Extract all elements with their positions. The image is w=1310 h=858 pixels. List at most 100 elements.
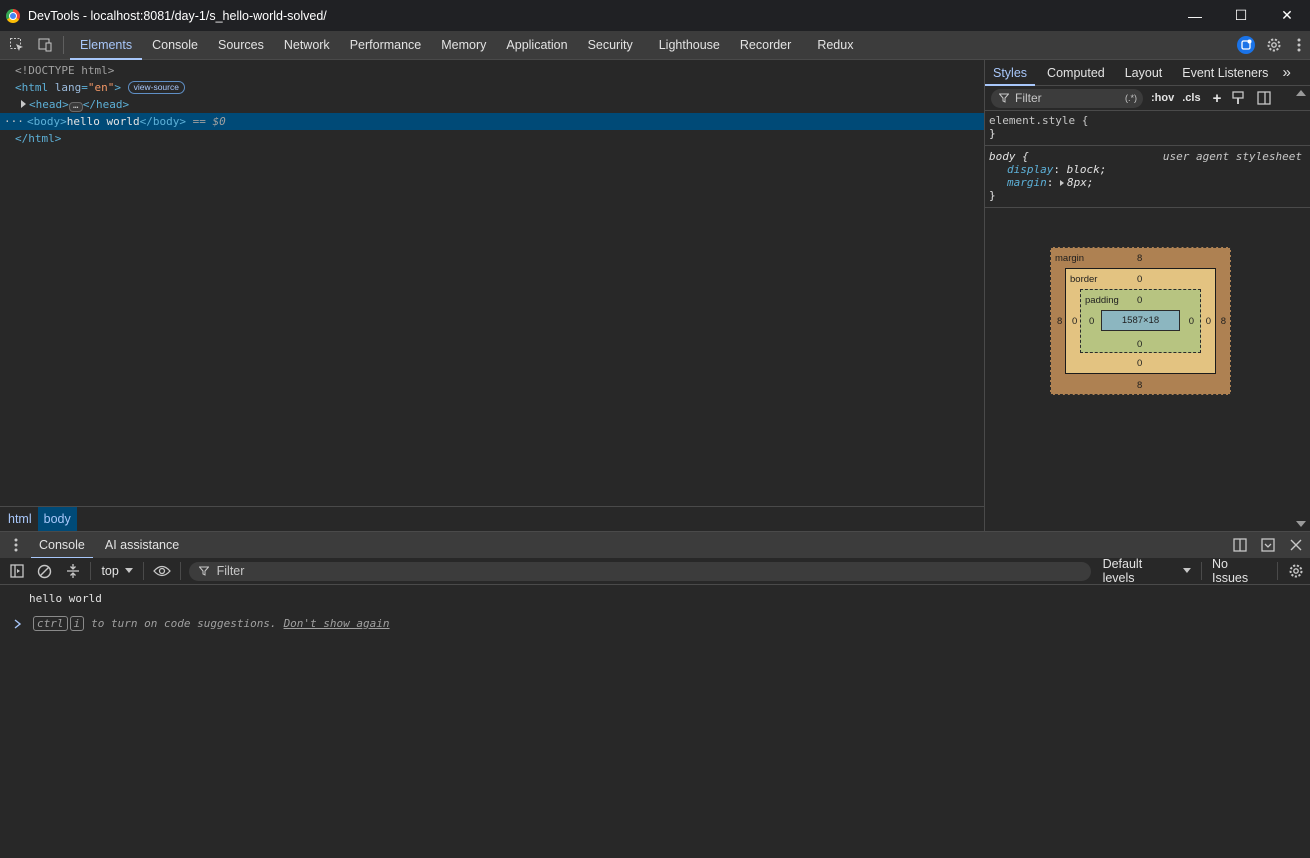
drawer-tab-console[interactable]: Console — [31, 532, 93, 559]
border-left-value[interactable]: 0 — [1072, 316, 1077, 327]
toggle-sidebar-icon[interactable] — [1257, 91, 1272, 105]
collapse-groups-button[interactable] — [59, 558, 87, 585]
log-levels-dropdown[interactable]: Default levels — [1097, 557, 1197, 585]
code-suggestion-hint: ctrl i to turn on code suggestions. Don'… — [14, 616, 390, 631]
drawer-menu-button[interactable] — [5, 538, 27, 552]
styles-filter-input[interactable]: Filter (.*) — [991, 88, 1143, 108]
paint-brush-icon[interactable] — [1231, 91, 1245, 105]
box-model-margin[interactable]: margin 8 8 8 8 border 0 0 0 0 padding 0 … — [1050, 247, 1231, 395]
padding-top-value[interactable]: 0 — [1137, 295, 1142, 306]
margin-top-value[interactable]: 8 — [1137, 253, 1142, 264]
tab-recorder[interactable]: Recorder — [730, 31, 801, 60]
dont-show-again-link[interactable]: Don't show again — [284, 617, 390, 630]
head-close-tag: </head> — [82, 98, 130, 111]
border-right-value[interactable]: 0 — [1206, 316, 1211, 327]
tab-computed[interactable]: Computed — [1035, 60, 1113, 86]
clear-console-button[interactable] — [31, 558, 59, 585]
scroll-up-arrow-icon[interactable] — [1296, 90, 1306, 96]
expand-caret-icon[interactable] — [21, 100, 26, 108]
device-toolbar-button[interactable] — [31, 31, 59, 60]
border-label: border — [1070, 274, 1098, 285]
minimize-button[interactable]: — — [1172, 0, 1218, 31]
box-model-padding[interactable]: padding 0 0 0 0 1587×18 — [1080, 289, 1201, 353]
prop-margin[interactable]: margin: 8px; — [989, 176, 1306, 189]
dock-side-button[interactable] — [1226, 531, 1254, 560]
tab-redux[interactable]: Redux — [801, 31, 863, 60]
body-rule: body { user agent stylesheet display: bl… — [985, 146, 1310, 208]
minimize-drawer-button[interactable] — [1254, 531, 1282, 560]
device-icon — [38, 38, 52, 52]
margin-bottom-value[interactable]: 8 — [1137, 380, 1142, 391]
dom-doctype-row[interactable]: <!DOCTYPE html> — [0, 62, 984, 79]
drawer-tab-ai-assistance[interactable]: AI assistance — [97, 532, 187, 559]
content-size[interactable]: 1587×18 — [1122, 315, 1159, 326]
dom-html-close-row[interactable]: </html> — [0, 130, 984, 147]
console-output: hello world ctrl i to turn on code sugge… — [0, 585, 1310, 858]
live-expression-button[interactable] — [148, 558, 176, 585]
console-filter-input[interactable]: Filter — [188, 561, 1091, 581]
context-selector[interactable]: top — [95, 564, 138, 578]
tab-styles[interactable]: Styles — [985, 60, 1036, 86]
padding-right-value[interactable]: 0 — [1189, 316, 1194, 327]
dom-head-row[interactable]: <head>… </head> — [0, 96, 984, 113]
chevron-down-icon — [124, 568, 133, 573]
body-selector[interactable]: body { — [989, 150, 1029, 163]
regex-toggle[interactable]: (.*) — [1125, 93, 1137, 103]
tab-sources[interactable]: Sources — [208, 31, 274, 60]
box-model-border[interactable]: border 0 0 0 0 padding 0 0 0 0 1587×18 — [1065, 268, 1216, 374]
scroll-down-arrow-icon[interactable] — [1296, 521, 1306, 527]
tab-performance[interactable]: Performance — [340, 31, 432, 60]
console-log-message: hello world — [29, 592, 102, 605]
tab-lighthouse[interactable]: Lighthouse — [643, 31, 730, 60]
more-options-button[interactable] — [1288, 31, 1310, 60]
prop-display[interactable]: display: block; — [989, 163, 1306, 176]
tab-console[interactable]: Console — [142, 31, 208, 60]
element-style-selector[interactable]: element.style { — [989, 114, 1306, 127]
tab-network[interactable]: Network — [274, 31, 340, 60]
prompt-chevron-icon — [14, 618, 22, 629]
hint-text: to turn on code suggestions. — [91, 617, 277, 630]
padding-left-value[interactable]: 0 — [1089, 316, 1094, 327]
tab-layout[interactable]: Layout — [1113, 60, 1171, 86]
tab-elements[interactable]: Elements — [70, 31, 143, 60]
settings-button[interactable] — [1260, 31, 1288, 60]
tab-event-listeners[interactable]: Event Listeners — [1170, 60, 1276, 86]
box-model-content[interactable]: 1587×18 — [1101, 310, 1180, 331]
margin-right-value[interactable]: 8 — [1221, 316, 1226, 327]
selected-marker: == $0 — [192, 115, 226, 128]
border-bottom-value[interactable]: 0 — [1137, 358, 1142, 369]
html-attr-value: "en" — [87, 81, 115, 94]
html-close-tag: </html> — [15, 132, 62, 145]
close-window-button[interactable]: ✕ — [1264, 0, 1310, 31]
hov-button[interactable]: :hov — [1151, 92, 1174, 104]
inspect-element-button[interactable] — [3, 31, 31, 60]
expand-shorthand-icon[interactable] — [1060, 180, 1064, 186]
element-style-close: } — [989, 127, 996, 140]
row-actions-dots-icon[interactable]: ··· — [4, 113, 24, 130]
dom-html-row[interactable]: <html lang="en"> view-source — [0, 79, 984, 96]
margin-left-value[interactable]: 8 — [1057, 316, 1062, 327]
head-ellipsis-button[interactable]: … — [68, 102, 83, 112]
border-top-value[interactable]: 0 — [1137, 274, 1142, 285]
ai-assistant-button[interactable] — [1232, 31, 1260, 60]
show-sidebar-button[interactable] — [3, 558, 31, 585]
dom-body-row[interactable]: ··· <body>hello world</body> == $0 — [0, 113, 984, 130]
padding-bottom-value[interactable]: 0 — [1137, 339, 1142, 350]
tab-application[interactable]: Application — [496, 31, 577, 60]
console-settings-button[interactable] — [1282, 558, 1310, 585]
issues-button[interactable]: No Issues — [1206, 557, 1273, 585]
maximize-button[interactable]: ☐ — [1218, 0, 1264, 31]
breadcrumb-html[interactable]: html — [2, 507, 38, 531]
close-drawer-button[interactable] — [1282, 531, 1310, 560]
styles-pane: Styles Computed Layout Event Listeners »… — [984, 60, 1310, 531]
more-tabs-chevron-icon[interactable]: » — [1276, 60, 1298, 86]
styles-tabs: Styles Computed Layout Event Listeners » — [985, 60, 1310, 86]
breadcrumb-body[interactable]: body — [37, 507, 77, 531]
toolbar-divider — [63, 36, 64, 54]
head-open-tag: <head> — [29, 98, 69, 111]
view-source-badge[interactable]: view-source — [127, 81, 185, 94]
tab-memory[interactable]: Memory — [431, 31, 496, 60]
new-rule-plus-icon[interactable]: + — [1213, 90, 1222, 107]
cls-button[interactable]: .cls — [1182, 92, 1200, 104]
tab-security[interactable]: Security — [578, 31, 643, 60]
